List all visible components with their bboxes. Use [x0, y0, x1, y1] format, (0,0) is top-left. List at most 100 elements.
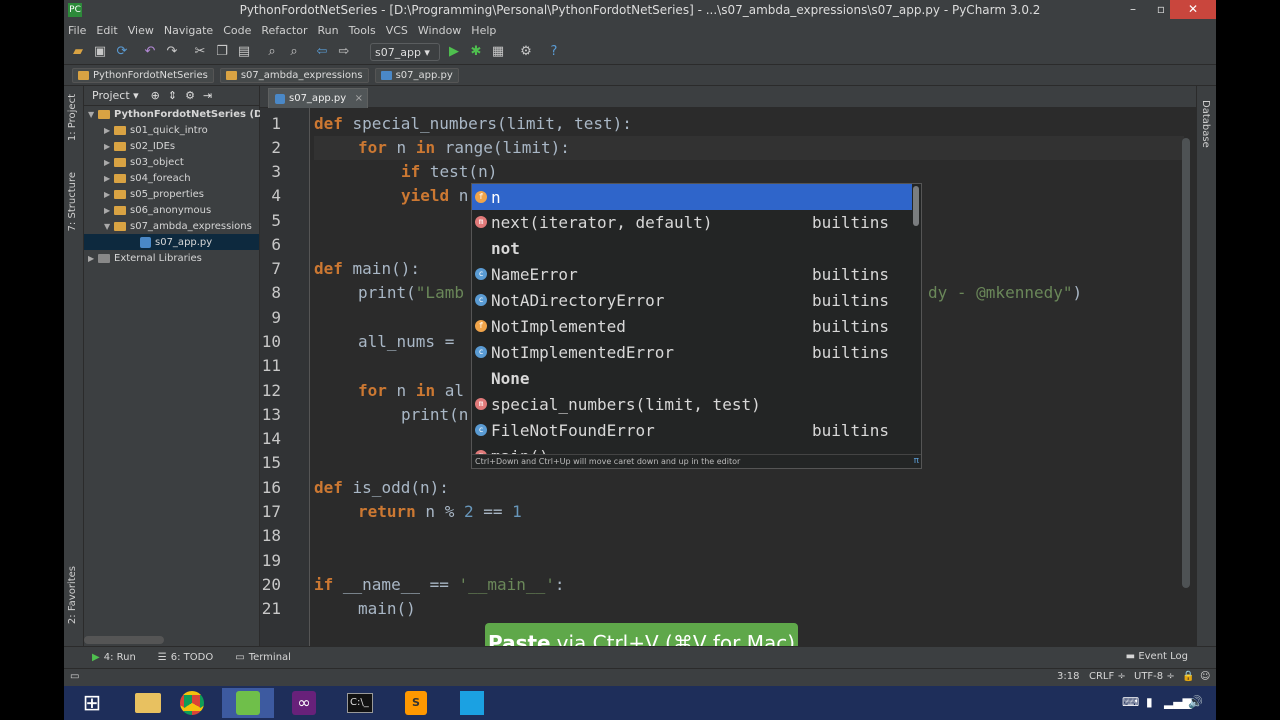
- gear-icon[interactable]: ⚙: [185, 89, 195, 102]
- sync-icon[interactable]: ⟳: [114, 44, 130, 60]
- tree-folder[interactable]: ▶ s03_object: [104, 154, 184, 170]
- expand-arrow-icon[interactable]: ▶: [104, 190, 114, 199]
- tree-file-selected[interactable]: s07_app.py: [84, 234, 259, 250]
- close-tab-icon[interactable]: ×: [355, 93, 363, 104]
- expand-arrow-icon[interactable]: ▼: [104, 222, 114, 231]
- code-line: for n in range(limit):: [358, 138, 570, 157]
- menu-refactor[interactable]: Refactor: [261, 24, 307, 37]
- breadcrumb-project[interactable]: PythonFordotNetSeries: [72, 68, 214, 83]
- completion-item[interactable]: c FileNotFoundError builtins: [472, 417, 912, 443]
- replace-icon[interactable]: ⌕: [286, 44, 302, 60]
- menu-window[interactable]: Window: [418, 24, 461, 37]
- folder-icon: [114, 205, 126, 215]
- completion-item[interactable]: None: [472, 365, 912, 391]
- chrome-icon[interactable]: [166, 688, 218, 718]
- close-icon[interactable]: ✕: [1170, 0, 1216, 19]
- breadcrumb-file[interactable]: s07_app.py: [374, 68, 459, 83]
- coverage-icon[interactable]: ▦: [490, 44, 506, 60]
- run-configuration-select[interactable]: s07_app ▾: [370, 43, 440, 61]
- editor-vertical-scrollbar[interactable]: [1182, 108, 1190, 646]
- terminal-tool-button[interactable]: ▭ Terminal: [235, 652, 291, 663]
- database-tool-tab[interactable]: Database: [1200, 100, 1211, 148]
- paste-icon[interactable]: ▤: [236, 44, 252, 60]
- forward-icon[interactable]: ⇨: [336, 44, 352, 60]
- settings-icon[interactable]: ⚙: [518, 44, 534, 60]
- debug-icon[interactable]: ✱: [468, 44, 484, 60]
- visual-studio-icon[interactable]: ∞: [278, 688, 330, 718]
- tree-folder[interactable]: ▶ s06_anonymous: [104, 202, 211, 218]
- expand-arrow-icon[interactable]: ▶: [88, 254, 98, 263]
- line-separator-select[interactable]: CRLF ÷: [1089, 671, 1126, 682]
- completion-item[interactable]: f NotImplemented builtins: [472, 313, 912, 339]
- tab-s07-app[interactable]: s07_app.py ×: [268, 88, 368, 108]
- console-icon[interactable]: C:\_: [334, 688, 386, 718]
- completion-scrollbar[interactable]: [913, 186, 919, 226]
- tree-folder[interactable]: ▶ s04_foreach: [104, 170, 191, 186]
- tree-folder[interactable]: ▶ s02_IDEs: [104, 138, 175, 154]
- hide-icon[interactable]: ⇥: [203, 89, 212, 102]
- power-icon[interactable]: ▮: [1146, 695, 1153, 709]
- menu-vcs[interactable]: VCS: [386, 24, 408, 37]
- menu-edit[interactable]: Edit: [96, 24, 117, 37]
- windows-start-icon[interactable]: ⊞: [66, 688, 118, 718]
- expand-arrow-icon[interactable]: ▶: [104, 158, 114, 167]
- completion-item[interactable]: c NotADirectoryError builtins: [472, 287, 912, 313]
- menu-navigate[interactable]: Navigate: [164, 24, 213, 37]
- pycharm-taskbar-icon[interactable]: [222, 688, 274, 718]
- expand-arrow-icon[interactable]: ▶: [104, 126, 114, 135]
- menu-tools[interactable]: Tools: [349, 24, 376, 37]
- target-icon[interactable]: ⊕: [151, 89, 160, 102]
- keyboard-icon[interactable]: ⌨: [1122, 695, 1139, 709]
- open-folder-icon[interactable]: ▰: [70, 44, 86, 60]
- todo-tool-button[interactable]: ☰ 6: TODO: [158, 652, 213, 663]
- lock-icon[interactable]: 🔒: [1182, 671, 1194, 682]
- find-icon[interactable]: ⌕: [264, 44, 280, 60]
- completion-item[interactable]: m special_numbers(limit, test): [472, 391, 912, 417]
- project-view-select[interactable]: Project ▾: [92, 89, 139, 102]
- cut-icon[interactable]: ✂: [192, 44, 208, 60]
- expand-arrow-icon[interactable]: ▶: [104, 206, 114, 215]
- expand-arrow-icon[interactable]: ▶: [104, 142, 114, 151]
- completion-item[interactable]: fn: [472, 184, 912, 210]
- caret-position[interactable]: 3:18: [1057, 671, 1079, 682]
- menu-view[interactable]: View: [128, 24, 154, 37]
- menu-file[interactable]: File: [68, 24, 86, 37]
- tree-folder[interactable]: ▶ s01_quick_intro: [104, 122, 208, 138]
- completion-item[interactable]: not: [472, 235, 912, 261]
- project-horizontal-scrollbar[interactable]: [84, 636, 164, 644]
- run-tool-button[interactable]: ▶ 4: Run: [92, 652, 136, 663]
- breadcrumb-folder[interactable]: s07_ambda_expressions: [219, 68, 369, 83]
- completion-item[interactable]: m next(iterator, default) builtins: [472, 209, 912, 235]
- completion-item[interactable]: c NameError builtins: [472, 261, 912, 287]
- save-icon[interactable]: ▣: [92, 44, 108, 60]
- collapse-icon[interactable]: ⇕: [168, 89, 177, 102]
- structure-tool-tab[interactable]: 7: Structure: [67, 172, 78, 231]
- undo-icon[interactable]: ↶: [142, 44, 158, 60]
- class-icon: c: [475, 294, 487, 306]
- completion-item[interactable]: c NotImplementedError builtins: [472, 339, 912, 365]
- volume-icon[interactable]: 🔊: [1188, 695, 1203, 709]
- tree-external-libraries[interactable]: ▶ External Libraries: [88, 250, 202, 266]
- encoding-select[interactable]: UTF-8 ÷: [1134, 671, 1175, 682]
- menu-code[interactable]: Code: [223, 24, 251, 37]
- menu-help[interactable]: Help: [471, 24, 496, 37]
- inspector-icon[interactable]: ☺: [1200, 671, 1210, 682]
- help-icon[interactable]: ?: [546, 44, 562, 60]
- minimize-icon[interactable]: –: [1119, 0, 1147, 19]
- event-log-button[interactable]: ▬ Event Log: [1126, 651, 1188, 662]
- tree-folder[interactable]: ▼ s07_ambda_expressions: [104, 218, 252, 234]
- sublime-icon[interactable]: S: [390, 688, 442, 718]
- menu-run[interactable]: Run: [318, 24, 339, 37]
- tree-folder[interactable]: ▶ s05_properties: [104, 186, 204, 202]
- copy-icon[interactable]: ❐: [214, 44, 230, 60]
- redo-icon[interactable]: ↷: [164, 44, 180, 60]
- back-icon[interactable]: ⇦: [314, 44, 330, 60]
- status-toggle-icon[interactable]: ▭: [70, 671, 79, 682]
- run-icon[interactable]: ▶: [446, 44, 462, 60]
- project-tool-tab[interactable]: 1: Project: [67, 94, 78, 141]
- windows-store-icon[interactable]: [446, 688, 498, 718]
- scroll-thumb[interactable]: [1182, 138, 1190, 588]
- expand-arrow-icon[interactable]: ▼: [88, 110, 98, 119]
- expand-arrow-icon[interactable]: ▶: [104, 174, 114, 183]
- favorites-tool-tab[interactable]: 2: Favorites: [67, 566, 78, 624]
